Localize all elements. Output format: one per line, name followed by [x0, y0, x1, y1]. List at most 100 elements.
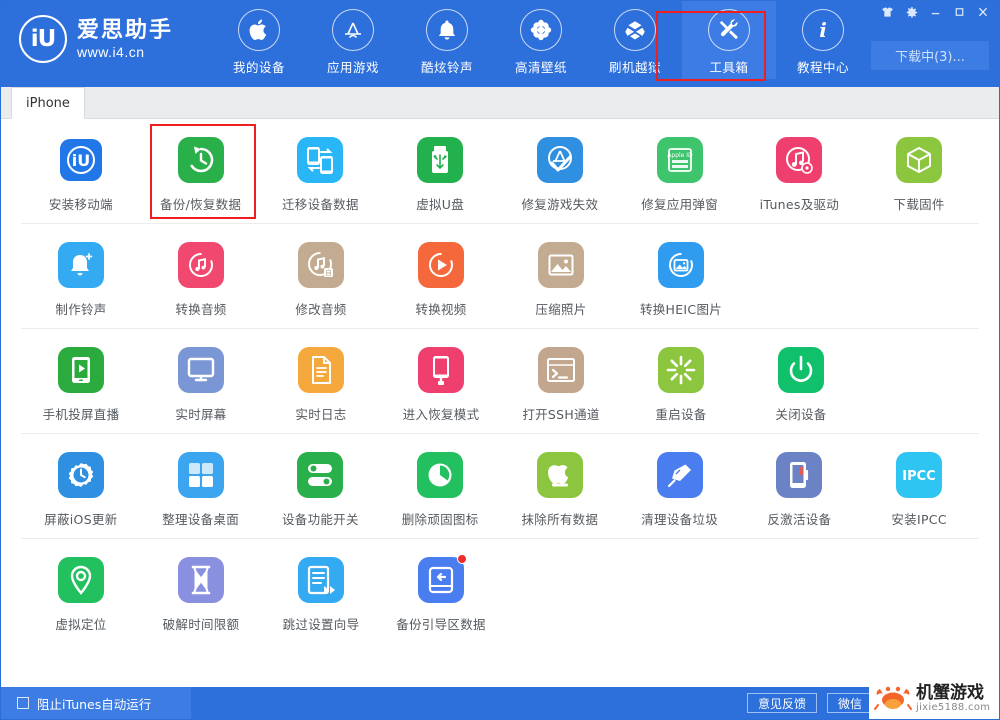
tool-migrate-device-data[interactable]: 迁移设备数据 — [261, 133, 381, 213]
tool-label: 屏蔽iOS更新 — [44, 512, 118, 527]
photo-compress-icon — [538, 242, 584, 288]
audio-convert-icon — [178, 242, 224, 288]
deactivate-icon — [776, 452, 823, 498]
nav-item-ringtones[interactable]: 酷炫铃声 — [400, 1, 494, 79]
tool-virtual-usb[interactable]: 虚拟U盘 — [380, 133, 500, 213]
backup-restore-icon — [177, 137, 224, 183]
nav-item-wallpapers[interactable]: 高清壁纸 — [494, 1, 588, 79]
wechat-button[interactable]: 微信 — [826, 693, 873, 713]
gear-icon[interactable] — [899, 2, 923, 22]
tool-screen-cast-live[interactable]: 手机投屏直播 — [21, 343, 141, 423]
nav-label: 工具箱 — [709, 60, 749, 75]
tool-crack-time-limit[interactable]: 破解时间限额 — [141, 553, 261, 633]
tool-skip-setup-wizard[interactable]: 跳过设置向导 — [261, 553, 381, 633]
info-icon: i — [802, 9, 844, 51]
tool-deactivate-device[interactable]: 反激活设备 — [740, 448, 860, 528]
feedback-button[interactable]: 意见反馈 — [746, 693, 817, 713]
status-bar: 阻止iTunes自动运行 意见反馈 微信 — [1, 687, 999, 719]
hourglass-icon — [178, 557, 224, 603]
tool-open-ssh[interactable]: 打开SSH通道 — [501, 343, 621, 423]
tool-row: iU 安装移动端 备份/恢复数据 迁移设备数据 虚拟U盘 修复游戏失效 Appl… — [21, 119, 979, 224]
download-status-button[interactable]: 下载中(3)... — [871, 41, 989, 70]
tool-row: 虚拟定位 破解时间限额 跳过设置向导 备份引导区数据 — [21, 539, 979, 643]
device-migrate-icon — [297, 137, 344, 183]
tool-label: 转换视频 — [415, 302, 467, 317]
block-itunes-option[interactable]: 阻止iTunes自动运行 — [1, 687, 191, 719]
i4-assistant-window: iU 爱思助手 www.i4.cn 我的设备 应用游戏 酷炫铃声 高清壁纸 刷机… — [0, 0, 1000, 720]
tool-fix-game-failure[interactable]: 修复游戏失效 — [500, 133, 620, 213]
usb-drive-icon — [417, 137, 464, 183]
tab-iphone[interactable]: iPhone — [11, 87, 85, 119]
bell-icon — [426, 9, 468, 51]
tool-label: 备份/恢复数据 — [159, 197, 242, 212]
block-itunes-checkbox[interactable] — [17, 697, 29, 709]
erase-apple-icon — [536, 452, 583, 498]
i4-app-icon: iU — [57, 137, 104, 183]
tool-virtual-location[interactable]: 虚拟定位 — [21, 553, 141, 633]
audio-edit-icon: 自 — [298, 242, 344, 288]
tool-backup-boot-data[interactable]: 备份引导区数据 — [381, 553, 501, 633]
ringtone-bell-icon — [58, 242, 104, 288]
window-controls — [875, 1, 995, 23]
power-off-icon — [778, 347, 824, 393]
nav-item-my-device[interactable]: 我的设备 — [212, 1, 306, 79]
tool-make-ringtone[interactable]: 制作铃声 — [21, 238, 141, 318]
organize-apps-icon — [177, 452, 224, 498]
tool-install-ipcc[interactable]: IPCC 安装IPCC — [859, 448, 979, 528]
tool-label: 进入恢复模式 — [402, 407, 480, 422]
tool-label: 修复应用弹窗 — [641, 197, 719, 212]
tool-download-firmware[interactable]: 下载固件 — [859, 133, 979, 213]
box-icon — [614, 9, 656, 51]
tool-itunes-drivers[interactable]: iTunes及驱动 — [740, 133, 860, 213]
brand-logo: iU 爱思助手 www.i4.cn — [1, 1, 206, 63]
close-icon[interactable] — [971, 2, 995, 22]
app-header: iU 爱思助手 www.i4.cn 我的设备 应用游戏 酷炫铃声 高清壁纸 刷机… — [1, 1, 999, 87]
firmware-box-icon — [896, 137, 943, 183]
tool-organize-desktop[interactable]: 整理设备桌面 — [141, 448, 261, 528]
tool-label: 关闭设备 — [775, 407, 827, 422]
tool-block-ios-update[interactable]: 屏蔽iOS更新 — [21, 448, 141, 528]
tool-realtime-screen[interactable]: 实时屏幕 — [141, 343, 261, 423]
tool-fix-app-popup[interactable]: Apple ID 修复应用弹窗 — [620, 133, 740, 213]
tool-label: 重启设备 — [655, 407, 707, 422]
minimize-icon[interactable] — [923, 2, 947, 22]
tool-label: 安装IPCC — [891, 512, 947, 527]
log-file-icon — [298, 347, 344, 393]
nav-label: 教程中心 — [796, 60, 849, 75]
nav-label: 酷炫铃声 — [420, 60, 473, 75]
tool-edit-audio[interactable]: 自 修改音频 — [261, 238, 381, 318]
tool-label: 转换音频 — [175, 302, 227, 317]
tool-convert-video[interactable]: 转换视频 — [381, 238, 501, 318]
nav-item-flash-jailbreak[interactable]: 刷机越狱 — [588, 1, 682, 79]
maximize-icon[interactable] — [947, 2, 971, 22]
tool-label: 制作铃声 — [55, 302, 107, 317]
tool-label: 压缩照片 — [535, 302, 587, 317]
tool-label: 下载固件 — [893, 197, 945, 212]
tool-device-feature-switch[interactable]: 设备功能开关 — [261, 448, 381, 528]
screen-cast-icon — [58, 347, 104, 393]
tool-erase-all-data[interactable]: 抹除所有数据 — [500, 448, 620, 528]
tool-backup-restore[interactable]: 备份/恢复数据 — [141, 124, 261, 219]
tool-power-off-device[interactable]: 关闭设备 — [741, 343, 861, 423]
tool-enter-recovery-mode[interactable]: 进入恢复模式 — [381, 343, 501, 423]
backup-boot-icon — [418, 554, 467, 603]
i4-logo-icon: iU — [19, 15, 67, 63]
tool-row: 制作铃声 转换音频 自 修改音频 转换视频 压缩照片 转换HEIC图片 — [21, 224, 979, 329]
tool-restart-device[interactable]: 重启设备 — [621, 343, 741, 423]
nav-item-apps-games[interactable]: 应用游戏 — [306, 1, 400, 79]
tool-realtime-log[interactable]: 实时日志 — [261, 343, 381, 423]
tool-clean-device-junk[interactable]: 清理设备垃圾 — [620, 448, 740, 528]
heic-convert-icon — [658, 242, 704, 288]
tool-label: 破解时间限额 — [162, 617, 240, 632]
tool-delete-stubborn-icons[interactable]: 删除顽固图标 — [380, 448, 500, 528]
skin-icon[interactable] — [875, 2, 899, 22]
tool-convert-audio[interactable]: 转换音频 — [141, 238, 261, 318]
skip-setup-icon — [298, 557, 344, 603]
tool-convert-heic[interactable]: 转换HEIC图片 — [621, 238, 741, 318]
nav-item-tutorials[interactable]: i 教程中心 — [776, 1, 870, 79]
tool-compress-photo[interactable]: 压缩照片 — [501, 238, 621, 318]
tool-label: 跳过设置向导 — [282, 617, 360, 632]
nav-item-toolbox[interactable]: 工具箱 — [682, 1, 776, 79]
tool-install-mobile[interactable]: iU 安装移动端 — [21, 133, 141, 213]
tool-label: 备份引导区数据 — [396, 617, 486, 632]
